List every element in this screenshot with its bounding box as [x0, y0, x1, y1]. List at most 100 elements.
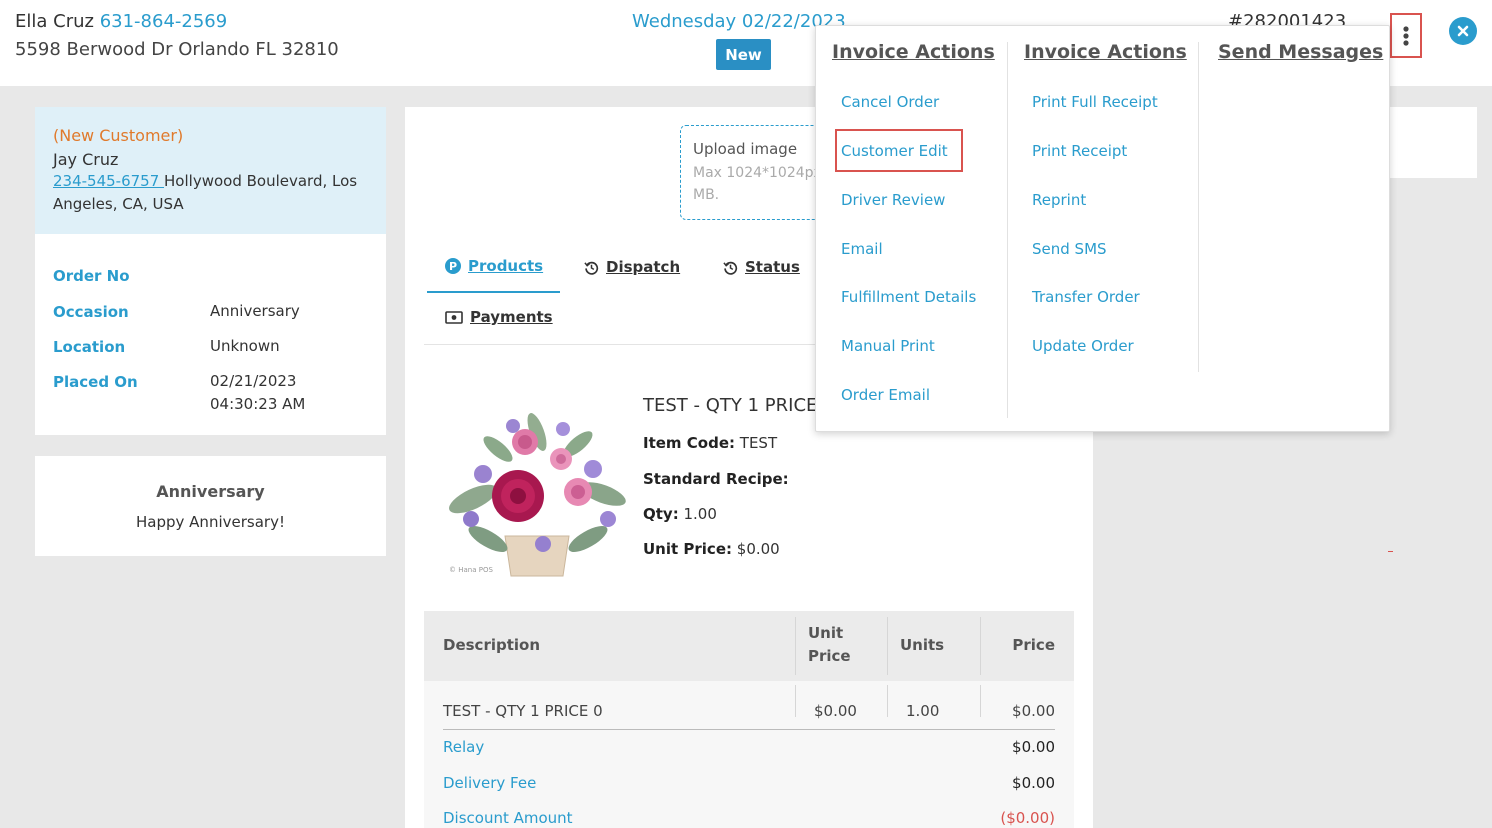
- delivery-fee-label[interactable]: Delivery Fee: [443, 774, 536, 792]
- menu-divider: [1198, 42, 1199, 372]
- menu-cancel-order[interactable]: Cancel Order: [841, 93, 939, 111]
- customer-card: (New Customer) Jay Cruz 234-545-6757 Hol…: [35, 107, 386, 435]
- unit-price-label: Unit Price:: [643, 540, 732, 558]
- col-units: Units: [900, 636, 945, 654]
- row-unit-price: $0.00: [814, 702, 857, 720]
- close-icon: [1457, 25, 1469, 37]
- header-customer: Ella Cruz 631-864-2569: [15, 11, 227, 32]
- header-customer-phone[interactable]: 631-864-2569: [100, 11, 228, 32]
- menu-print-receipt[interactable]: Print Receipt: [1032, 142, 1127, 160]
- tab-status[interactable]: Status: [723, 258, 800, 276]
- menu-reprint[interactable]: Reprint: [1032, 191, 1086, 209]
- customer-edit-highlight: [835, 129, 963, 172]
- quantity: Qty: 1.00: [643, 505, 717, 523]
- customer-name: Jay Cruz: [53, 150, 119, 169]
- upload-label: Upload image: [693, 140, 798, 158]
- menu-update-order[interactable]: Update Order: [1032, 337, 1134, 355]
- card-message-title: Anniversary: [156, 482, 265, 501]
- col-unit-price-line2: Price: [808, 647, 851, 665]
- upload-image-dropzone[interactable]: Upload image Max 1024*1024px, 2 MB.: [680, 125, 830, 220]
- tab-products[interactable]: P Products: [445, 257, 543, 275]
- history-icon: [723, 261, 738, 275]
- header-customer-address: 5598 Berwood Dr Orlando FL 32810: [15, 39, 339, 60]
- customer-phone-link[interactable]: 234-545-6757: [53, 172, 164, 190]
- product-image-watermark: © Hana POS: [449, 566, 493, 574]
- order-no-label: Order No: [53, 267, 130, 285]
- active-tab-indicator: [427, 291, 560, 293]
- item-code-label: Item Code:: [643, 434, 735, 452]
- tab-dispatch-label: Dispatch: [606, 258, 681, 276]
- menu-manual-print[interactable]: Manual Print: [841, 337, 935, 355]
- kebab-icon: [1403, 25, 1409, 46]
- delivery-date: Wednesday 02/22/2023: [632, 11, 846, 32]
- invoice-actions-title-1: Invoice Actions: [832, 41, 995, 63]
- col-divider: [795, 685, 796, 717]
- menu-send-sms[interactable]: Send SMS: [1032, 240, 1107, 258]
- menu-driver-review[interactable]: Driver Review: [841, 191, 945, 209]
- row-description: TEST - QTY 1 PRICE 0: [443, 702, 603, 720]
- discount-label[interactable]: Discount Amount: [443, 809, 573, 827]
- location-label: Location: [53, 338, 126, 356]
- row-divider: [443, 729, 1055, 730]
- menu-order-email[interactable]: Order Email: [841, 386, 930, 404]
- relay-value: $0.00: [1012, 738, 1055, 756]
- col-divider: [887, 685, 888, 717]
- menu-email[interactable]: Email: [841, 240, 883, 258]
- col-divider: [795, 617, 796, 675]
- send-messages-title: Send Messages: [1218, 41, 1384, 63]
- location-value: Unknown: [210, 337, 280, 355]
- occasion-value: Anniversary: [210, 302, 300, 320]
- col-unit-price-line1: Unit: [808, 624, 844, 642]
- new-customer-tag: (New Customer): [53, 126, 184, 145]
- qty-value: 1.00: [683, 505, 717, 523]
- money-icon: [445, 310, 463, 324]
- menu-fulfillment-details[interactable]: Fulfillment Details: [841, 288, 976, 306]
- actions-dropdown-menu: Invoice Actions Invoice Actions Send Mes…: [815, 25, 1390, 432]
- tab-payments-label: Payments: [470, 308, 553, 326]
- table-body: TEST - QTY 1 PRICE 0 $0.00 1.00 $0.00 Re…: [424, 681, 1074, 828]
- col-divider: [887, 617, 888, 675]
- col-price: Price: [1012, 636, 1055, 654]
- customer-summary: (New Customer) Jay Cruz 234-545-6757 Hol…: [35, 107, 386, 234]
- col-divider: [980, 685, 981, 717]
- menu-print-full-receipt[interactable]: Print Full Receipt: [1032, 93, 1158, 111]
- unit-price: Unit Price: $0.00: [643, 540, 780, 558]
- tab-products-label: Products: [468, 257, 544, 275]
- occasion-label: Occasion: [53, 303, 129, 321]
- card-message-text: Happy Anniversary!: [136, 513, 285, 531]
- tab-payments[interactable]: Payments: [445, 308, 553, 326]
- history-icon: [584, 261, 599, 275]
- item-code: Item Code: TEST: [643, 434, 777, 452]
- standard-recipe-label: Standard Recipe:: [643, 470, 789, 488]
- relay-label[interactable]: Relay: [443, 738, 484, 756]
- close-button[interactable]: [1449, 17, 1477, 45]
- row-units: 1.00: [906, 702, 940, 720]
- product-title: TEST - QTY 1 PRICE 0: [643, 395, 835, 416]
- customer-contact: 234-545-6757 Hollywood Boulevard, Los An…: [53, 170, 368, 216]
- col-description: Description: [443, 636, 541, 654]
- placed-on-value: 02/21/2023 04:30:23 AM: [210, 372, 306, 413]
- qty-label: Qty:: [643, 505, 679, 523]
- red-mark: [1388, 551, 1393, 552]
- col-divider: [980, 617, 981, 675]
- table-header: Description Unit Price Units Price: [424, 611, 1074, 681]
- status-badge[interactable]: New: [716, 39, 771, 70]
- row-price: $0.00: [1012, 702, 1055, 720]
- upload-hint: Max 1024*1024px, 2 MB.: [693, 165, 830, 203]
- standard-recipe: Standard Recipe:: [643, 470, 789, 488]
- product-image: © Hana POS: [443, 404, 631, 579]
- tab-dispatch[interactable]: Dispatch: [584, 258, 680, 276]
- menu-transfer-order[interactable]: Transfer Order: [1032, 288, 1140, 306]
- card-message: Anniversary Happy Anniversary!: [35, 456, 386, 556]
- menu-divider: [1007, 42, 1008, 418]
- unit-price-value: $0.00: [736, 540, 780, 558]
- svg-text:P: P: [449, 260, 457, 273]
- delivery-fee-value: $0.00: [1012, 774, 1055, 792]
- invoice-actions-title-2: Invoice Actions: [1024, 41, 1187, 63]
- header-customer-name: Ella Cruz: [15, 11, 94, 32]
- p-circle-icon: P: [445, 258, 461, 274]
- discount-value: ($0.00): [1000, 809, 1055, 827]
- col-unit-price: Unit Price: [808, 622, 851, 668]
- tab-status-label: Status: [745, 258, 800, 276]
- more-actions-button[interactable]: [1390, 13, 1422, 58]
